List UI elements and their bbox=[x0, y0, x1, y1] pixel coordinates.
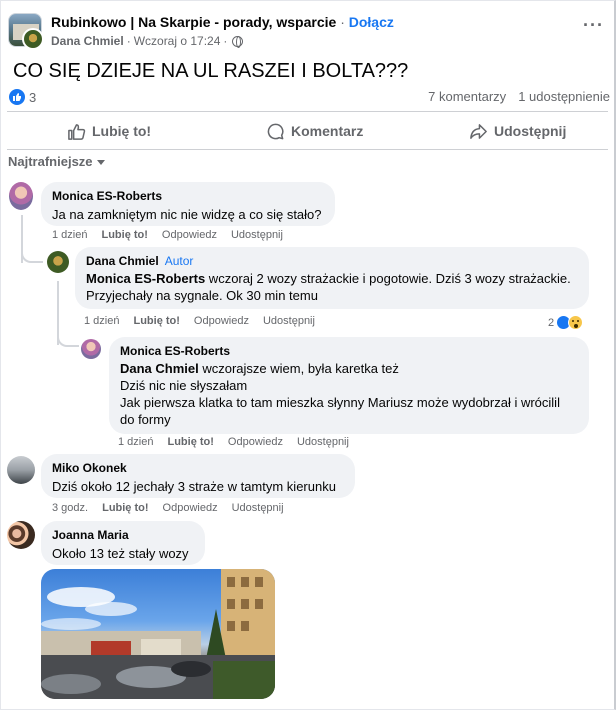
avatar[interactable] bbox=[81, 339, 101, 359]
comment-bubble: Monica ES-Roberts Ja na zamkniętym nic n… bbox=[41, 182, 335, 226]
separator: · bbox=[340, 14, 345, 30]
comment-author[interactable]: Monica ES-Roberts bbox=[120, 344, 578, 358]
divider bbox=[7, 149, 608, 150]
sort-dropdown[interactable]: Najtrafniejsze bbox=[8, 154, 105, 169]
comment-button[interactable]: Komentarz bbox=[266, 121, 363, 141]
comment-actions: 1 dzień Lubię to! Odpowiedz Udostępnij bbox=[84, 315, 315, 327]
comments-count[interactable]: 7 komentarzy bbox=[428, 89, 506, 104]
comment-text-line: do formy bbox=[120, 412, 171, 427]
comment-text-line: Przyjechały na sygnale. Ok 30 min temu bbox=[86, 288, 318, 303]
comment-like-link[interactable]: Lubię to! bbox=[102, 502, 148, 514]
comment-share-link[interactable]: Udostępnij bbox=[231, 229, 283, 241]
shares-count[interactable]: 1 udostępnienie bbox=[518, 89, 610, 104]
comment-reactions[interactable]: 2 bbox=[548, 315, 584, 330]
comment-text-part: wczoraj 2 wozy strażackie i pogotowie. D… bbox=[205, 271, 571, 286]
comment-bubble: Dana Chmiel Autor Monica ES-Roberts wczor… bbox=[75, 247, 589, 309]
like-button[interactable]: Lubię to! bbox=[67, 121, 151, 141]
comment-reply-link[interactable]: Odpowiedz bbox=[194, 315, 249, 327]
comment-reply-link[interactable]: Odpowiedz bbox=[163, 502, 218, 514]
comment-author-row: Dana Chmiel Autor bbox=[86, 254, 578, 268]
comment-icon bbox=[267, 123, 284, 139]
comment-bubble: Joanna Maria Około 13 też stały wozy bbox=[41, 521, 205, 565]
separator: · bbox=[223, 34, 228, 48]
comment-text: Ja na zamkniętym nic nie widzę a co się … bbox=[52, 207, 322, 222]
comment-photo[interactable] bbox=[41, 569, 275, 699]
avatar[interactable] bbox=[7, 521, 35, 549]
globe-icon bbox=[232, 35, 244, 48]
comment-author[interactable]: Joanna Maria bbox=[52, 528, 194, 542]
comment-bubble: Monica ES-Roberts Dana Chmiel wczorajsze… bbox=[109, 337, 589, 434]
comment-like-link[interactable]: Lubię to! bbox=[133, 315, 179, 327]
like-label: Lubię to! bbox=[92, 123, 152, 139]
mention-link[interactable]: Dana Chmiel bbox=[120, 361, 199, 376]
comment-text: Monica ES-Roberts wczoraj 2 wozy strażac… bbox=[86, 270, 578, 287]
like-reaction-icon[interactable] bbox=[9, 89, 25, 105]
comment-share-link[interactable]: Udostępnij bbox=[232, 502, 284, 514]
thread-connector bbox=[21, 241, 43, 263]
avatar[interactable] bbox=[47, 251, 69, 273]
thumbs-up-icon bbox=[68, 123, 86, 140]
comment-author[interactable]: Dana Chmiel bbox=[86, 254, 159, 268]
comment-text: Dana Chmiel wczorajsze wiem, była karetk… bbox=[120, 360, 578, 377]
comment-text-part: wczorajsze wiem, była karetka też bbox=[198, 361, 399, 376]
post-stats: 7 komentarzy 1 udostępnienie bbox=[428, 89, 610, 104]
divider bbox=[7, 111, 608, 112]
comment-time[interactable]: 1 dzień bbox=[118, 436, 153, 448]
post-meta: Dana Chmiel · Wczoraj o 17:24 · bbox=[51, 34, 244, 48]
comment-reply-link[interactable]: Odpowiedz bbox=[162, 229, 217, 241]
share-icon bbox=[470, 123, 487, 139]
thread-connector bbox=[57, 327, 79, 347]
comment-time[interactable]: 1 dzień bbox=[84, 315, 119, 327]
chevron-down-icon bbox=[96, 160, 105, 165]
share-button[interactable]: Udostępnij bbox=[469, 121, 566, 141]
photo-scene bbox=[41, 569, 275, 699]
comment-author[interactable]: Miko Okonek bbox=[52, 461, 344, 475]
mention-link[interactable]: Monica ES-Roberts bbox=[86, 271, 205, 286]
comment-text: Dziś około 12 jechały 3 straże w tamtym … bbox=[52, 479, 336, 494]
comment-text: Około 13 też stały wozy bbox=[52, 546, 189, 561]
separator: · bbox=[126, 34, 131, 48]
comment-share-link[interactable]: Udostępnij bbox=[263, 315, 315, 327]
author-badge: Autor bbox=[164, 254, 194, 268]
comment-actions: 3 godz. Lubię to! Odpowiedz Udostępnij bbox=[52, 502, 284, 514]
post-time[interactable]: Wczoraj o 17:24 bbox=[134, 34, 221, 48]
comment-time[interactable]: 1 dzień bbox=[52, 229, 87, 241]
more-options-icon[interactable]: ··· bbox=[583, 15, 604, 36]
comment-text-line: Jak pierwsza klatka to tam mieszka słynn… bbox=[120, 395, 560, 410]
share-label: Udostępnij bbox=[494, 123, 567, 139]
comment-actions: 1 dzień Lubię to! Odpowiedz Udostępnij bbox=[118, 436, 349, 448]
avatar[interactable] bbox=[9, 182, 33, 210]
post-header: Rubinkowo | Na Skarpie - porady, wsparci… bbox=[51, 14, 394, 30]
comment-label: Komentarz bbox=[291, 123, 364, 139]
comment-time[interactable]: 3 godz. bbox=[52, 502, 88, 514]
comment-reply-link[interactable]: Odpowiedz bbox=[228, 436, 283, 448]
reaction-count: 2 bbox=[548, 316, 555, 329]
comment-bubble: Miko Okonek Dziś około 12 jechały 3 stra… bbox=[41, 454, 355, 498]
comment-text-line: Dziś nic nie słyszałam bbox=[120, 378, 248, 393]
post-author[interactable]: Dana Chmiel bbox=[51, 34, 124, 48]
author-avatar[interactable] bbox=[22, 28, 44, 50]
wow-reaction-icon bbox=[568, 315, 584, 330]
comment-actions: 1 dzień Lubię to! Odpowiedz Udostępnij bbox=[52, 229, 283, 241]
comment-like-link[interactable]: Lubię to! bbox=[167, 436, 213, 448]
like-count[interactable]: 3 bbox=[29, 90, 36, 105]
sort-label: Najtrafniejsze bbox=[8, 154, 93, 169]
comment-like-link[interactable]: Lubię to! bbox=[101, 229, 147, 241]
comment-share-link[interactable]: Udostępnij bbox=[297, 436, 349, 448]
group-name[interactable]: Rubinkowo | Na Skarpie - porady, wsparci… bbox=[51, 14, 336, 30]
avatar[interactable] bbox=[7, 456, 35, 484]
comment-author[interactable]: Monica ES-Roberts bbox=[52, 189, 324, 203]
post-card: Rubinkowo | Na Skarpie - porady, wsparci… bbox=[0, 0, 616, 710]
post-text: CO SIĘ DZIEJE NA UL RASZEI I BOLTA??? bbox=[13, 60, 409, 82]
join-group-link[interactable]: Dołącz bbox=[349, 14, 394, 30]
